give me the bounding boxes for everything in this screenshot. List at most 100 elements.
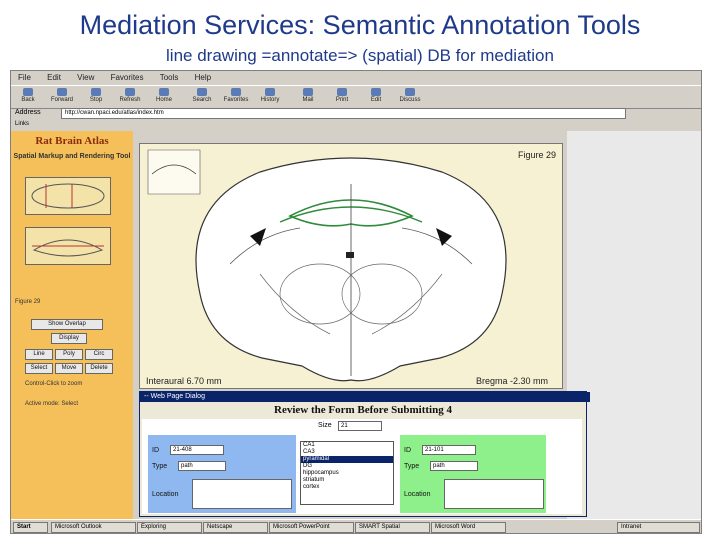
- task-outlook[interactable]: Microsoft Outlook: [51, 522, 136, 533]
- active-mode-label: Active mode: Select: [25, 401, 79, 407]
- system-tray: Intranet: [617, 522, 700, 533]
- coronal-section-drawing[interactable]: [140, 144, 562, 388]
- menu-edit[interactable]: Edit: [47, 73, 61, 82]
- listbox-option[interactable]: DG: [301, 463, 393, 470]
- review-dialog: -- Web Page Dialog Review the Form Befor…: [139, 391, 590, 517]
- mail-button[interactable]: Mail: [293, 88, 323, 106]
- history-button[interactable]: History: [255, 88, 285, 106]
- menu-help[interactable]: Help: [195, 73, 211, 82]
- menu-view[interactable]: View: [77, 73, 94, 82]
- figure-number: Figure 29: [518, 150, 557, 160]
- circle-tool-button[interactable]: Circ: [85, 349, 113, 360]
- page-blank-area: [567, 131, 701, 519]
- browser-screenshot: File Edit View Favorites Tools Help Back…: [10, 70, 702, 534]
- task-word[interactable]: Microsoft Word: [431, 522, 506, 533]
- stop-button[interactable]: Stop: [81, 88, 111, 106]
- figure-label: Figure 29: [15, 299, 41, 305]
- interaural-value: Interaural 6.70 mm: [146, 376, 222, 386]
- menu-bar: File Edit View Favorites Tools Help: [11, 71, 701, 85]
- discuss-icon: [405, 88, 415, 96]
- edit-icon: [371, 88, 381, 96]
- dialog-heading: Review the Form Before Submitting 4: [274, 404, 452, 416]
- search-button[interactable]: Search: [187, 88, 217, 106]
- left-id-label: ID: [152, 447, 159, 454]
- left-id-input[interactable]: 21-408: [170, 445, 224, 455]
- menu-favorites[interactable]: Favorites: [111, 73, 144, 82]
- poly-tool-button[interactable]: Poly: [55, 349, 83, 360]
- display-button[interactable]: Display: [51, 333, 87, 344]
- address-input[interactable]: http://cwan.npaci.edu/atlas/index.htm: [61, 108, 626, 119]
- address-bar: Address http://cwan.npaci.edu/atlas/inde…: [11, 108, 701, 119]
- zoom-hint: Control-Click to zoom: [25, 381, 83, 387]
- print-button[interactable]: Print: [327, 88, 357, 106]
- brain-thumbnail-horizontal[interactable]: [25, 227, 111, 265]
- atlas-side-panel: Rat Brain Atlas Spatial Markup and Rende…: [11, 131, 133, 519]
- right-id-label: ID: [404, 447, 411, 454]
- back-icon: [23, 88, 33, 96]
- links-label[interactable]: Links: [15, 121, 29, 127]
- dialog-title-bar[interactable]: -- Web Page Dialog: [140, 392, 590, 402]
- task-smart-spatial[interactable]: SMART Spatial: [355, 522, 430, 533]
- left-type-input[interactable]: path: [178, 461, 226, 471]
- delete-tool-button[interactable]: Delete: [85, 363, 113, 374]
- discuss-button[interactable]: Discuss: [395, 88, 425, 106]
- listbox-option[interactable]: striatum: [301, 477, 393, 484]
- right-location-textarea[interactable]: [444, 479, 544, 509]
- left-location-textarea[interactable]: [192, 479, 292, 509]
- listbox-option[interactable]: pyramidal: [301, 456, 393, 463]
- brain-thumbnail-sagittal[interactable]: [25, 177, 111, 215]
- favorites-icon: [231, 88, 241, 96]
- task-exploring[interactable]: Exploring: [137, 522, 202, 533]
- atlas-title: Rat Brain Atlas: [35, 135, 109, 147]
- left-location-label: Location: [152, 491, 179, 498]
- size-label: Size: [318, 422, 332, 429]
- refresh-icon: [125, 88, 135, 96]
- start-button[interactable]: Start: [13, 522, 48, 533]
- line-tool-button[interactable]: Line: [25, 349, 53, 360]
- menu-tools[interactable]: Tools: [160, 73, 179, 82]
- windows-taskbar: Start Microsoft Outlook Exploring Netsca…: [11, 519, 701, 533]
- left-annotation-form: ID 21-408 Type path Location: [148, 435, 296, 513]
- edit-button[interactable]: Edit: [361, 88, 391, 106]
- task-netscape[interactable]: Netscape: [203, 522, 268, 533]
- structure-listbox[interactable]: CA1 CA3 pyramidal DG hippocampus striatum cort…: [300, 441, 394, 505]
- slide-title: Mediation Services: Semantic Annotation …: [79, 10, 641, 40]
- atlas-subtitle: Spatial Markup and Rendering Tool: [13, 153, 131, 160]
- dialog-form: Size 21 ID 21-408 Type path Location CA1…: [142, 419, 582, 514]
- task-powerpoint[interactable]: Microsoft PowerPoint: [269, 522, 354, 533]
- back-button[interactable]: Back: [13, 88, 43, 106]
- home-button[interactable]: Home: [149, 88, 179, 106]
- move-tool-button[interactable]: Move: [55, 363, 83, 374]
- show-overlap-button[interactable]: Show Overlap: [31, 319, 103, 330]
- forward-icon: [57, 88, 67, 96]
- search-icon: [197, 88, 207, 96]
- horizontal-thumbnail-drawing: [32, 239, 104, 257]
- right-type-input[interactable]: path: [430, 461, 478, 471]
- right-type-label: Type: [404, 463, 420, 470]
- address-label: Address: [15, 109, 41, 116]
- links-bar: Links: [11, 120, 701, 130]
- menu-file[interactable]: File: [18, 73, 31, 82]
- listbox-option[interactable]: CA3: [301, 449, 393, 456]
- right-location-label: Location: [404, 491, 431, 498]
- right-annotation-form: ID 21-101 Type path Location: [400, 435, 546, 513]
- browser-toolbar: Back Forward Stop Refresh Home Search Fa…: [11, 85, 701, 109]
- right-id-input[interactable]: 21-101: [422, 445, 476, 455]
- atlas-drawing-frame: Figure 29 Interaural 6.70 mm Bregma -2.3…: [139, 143, 563, 389]
- print-icon: [337, 88, 347, 96]
- size-input[interactable]: 21: [338, 421, 382, 431]
- mail-icon: [303, 88, 313, 96]
- listbox-option[interactable]: CA1: [301, 442, 393, 449]
- home-icon: [159, 88, 169, 96]
- favorites-button[interactable]: Favorites: [221, 88, 251, 106]
- forward-button[interactable]: Forward: [47, 88, 77, 106]
- left-type-label: Type: [152, 463, 168, 470]
- listbox-option[interactable]: hippocampus: [301, 470, 393, 477]
- slide-subtitle: line drawing =annotate=> (spatial) DB fo…: [166, 46, 554, 65]
- refresh-button[interactable]: Refresh: [115, 88, 145, 106]
- history-icon: [265, 88, 275, 96]
- bregma-value: Bregma -2.30 mm: [476, 376, 549, 386]
- select-tool-button[interactable]: Select: [25, 363, 53, 374]
- sagittal-thumbnail-drawing: [31, 183, 105, 209]
- listbox-option[interactable]: cortex: [301, 484, 393, 491]
